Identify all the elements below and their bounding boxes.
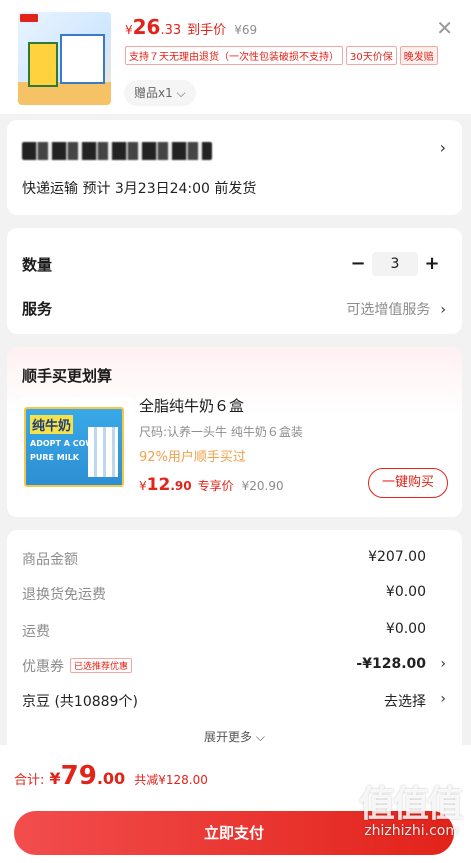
watermark-logo: 值值值 [358, 784, 463, 825]
one-click-buy-button[interactable]: 一键购买 [368, 468, 448, 498]
total-label: 合计: [14, 773, 45, 788]
price-integer: 26 [132, 15, 161, 39]
chevron-right-icon: › [439, 138, 446, 157]
summary-row-freight: 运费 ¥0.00 [22, 621, 446, 643]
watermark-url: zhizhizhi.com [364, 823, 459, 839]
summary-row-goods: 商品金额 ¥207.00 [22, 549, 446, 571]
price-currency: ¥ [125, 23, 133, 37]
quantity-minus-button[interactable]: − [348, 252, 368, 276]
summary-label: 京豆 (共10889个) [22, 694, 138, 710]
summary-label: 优惠券 [22, 659, 64, 675]
price-protect-tag: 30天价保 [346, 46, 397, 65]
summary-value: ¥0.00 [385, 621, 426, 637]
upsell-price-decimal: .90 [170, 479, 192, 493]
chevron-right-icon: › [440, 656, 446, 672]
quantity-stepper: −3 + [348, 252, 442, 276]
summary-row-jingdou[interactable]: 京豆 (共10889个) 去选择 › [22, 691, 446, 713]
service-value: 可选增值服务 [346, 302, 431, 318]
redacted-address [22, 142, 212, 160]
upsell-product-name[interactable]: 全脂纯牛奶６盒 [139, 395, 244, 416]
summary-label: 退换货免运费 [22, 587, 106, 603]
order-summary-card: 商品金额 ¥207.00 退换货免运费 ¥0.00 运费 ¥0.00 优惠券 已选… [7, 530, 462, 770]
expand-more-button[interactable]: 展开更多 ⌵ [7, 728, 462, 745]
upsell-price: ¥12.90 专享价 ¥20.90 [139, 475, 284, 495]
upsell-title: 顺手买更划算 [22, 367, 113, 385]
thumb-title: 纯牛奶 [30, 415, 74, 434]
upsell-percent: 92%用户顺手买过 [139, 450, 246, 465]
upsell-original-price: ¥20.90 [241, 479, 284, 493]
price-label: 到手价 [187, 23, 227, 38]
service-tags: 支持７天无理由退货（一次性包装破损不支持） 30天价保 晚发赔 [125, 46, 441, 65]
late-compensation-tag: 晚发赔 [399, 46, 438, 65]
summary-value: ¥0.00 [385, 584, 426, 600]
thumb-line2: PURE MILK [30, 453, 80, 462]
upsell-price-integer: 12 [146, 475, 171, 495]
upsell-card: 顺手买更划算 纯牛奶 ADOPT A COW PURE MILK 全脂纯牛奶６盒… [7, 347, 462, 517]
quantity-label: 数量 [22, 256, 53, 274]
quantity-service-card: 数量 −3 + 服务 可选增值服务 › [7, 228, 462, 334]
upsell-product-image[interactable]: 纯牛奶 ADOPT A COW PURE MILK [20, 397, 132, 497]
chevron-right-icon: › [440, 691, 446, 707]
summary-label: 运费 [22, 624, 50, 640]
close-icon[interactable]: ✕ [436, 18, 453, 38]
service-label: 服务 [22, 300, 53, 318]
price-decimal: .33 [160, 23, 182, 38]
original-price: ¥69 [234, 23, 258, 37]
chevron-right-icon: › [440, 302, 446, 318]
product-price-line: ¥26.33 到手价 ¥69 [125, 15, 257, 39]
gift-selector[interactable]: 赠品x1 ⌵ [124, 80, 196, 106]
total-decimal: .00 [96, 769, 126, 788]
checkout-bar: 合计: ¥79.00 共减¥128.00 立即支付 值值值 zhizhizhi.… [0, 745, 471, 863]
address-card[interactable]: › 快递运输 预计 3月23日24:00 前发货 [7, 120, 462, 215]
summary-row-coupon[interactable]: 优惠券 已选推荐优惠 -¥128.00 › [22, 656, 446, 678]
coupon-value: -¥128.00 [356, 656, 426, 672]
total-integer: 79 [60, 761, 97, 791]
total-saved: 共减¥128.00 [134, 773, 208, 787]
upsell-price-currency: ¥ [139, 479, 147, 493]
total-price: 合计: ¥79.00 共减¥128.00 [14, 761, 208, 791]
shipping-estimate: 快递运输 预计 3月23日24:00 前发货 [22, 181, 257, 197]
summary-label: 商品金额 [22, 552, 78, 568]
upsell-spec: 尺码:认养一头牛 纯牛奶６盒装 [139, 425, 303, 439]
upsell-price-label: 专享价 [197, 479, 234, 493]
service-selector[interactable]: 可选增值服务 › [346, 299, 446, 319]
product-image[interactable] [18, 12, 111, 105]
total-currency: ¥ [49, 769, 61, 788]
jingdou-value: 去选择 [384, 694, 426, 710]
summary-value: ¥207.00 [368, 549, 426, 565]
quantity-input[interactable]: 3 [372, 252, 418, 276]
coupon-tag: 已选推荐优惠 [70, 658, 133, 673]
summary-row-return-shipping: 退换货免运费 ¥0.00 [22, 584, 446, 606]
return-policy-tag: 支持７天无理由退货（一次性包装破损不支持） [125, 46, 343, 65]
product-header: ¥26.33 到手价 ¥69 ✕ 支持７天无理由退货（一次性包装破损不支持） 30天价… [0, 0, 471, 114]
thumb-line1: ADOPT A COW [30, 439, 95, 448]
quantity-plus-button[interactable]: + [422, 252, 442, 276]
